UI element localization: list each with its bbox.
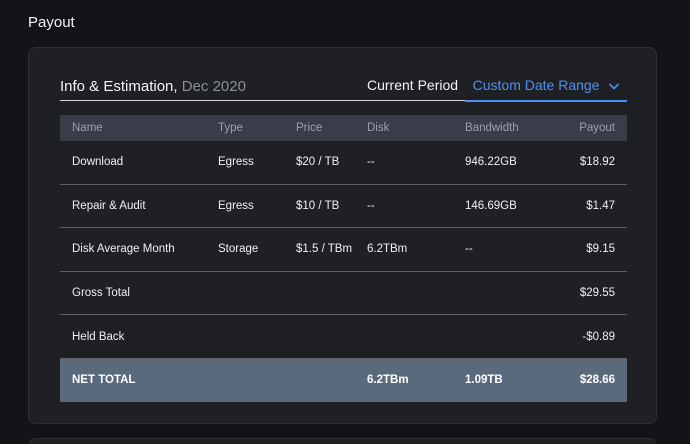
- row-type: Egress: [218, 156, 254, 169]
- row-bandwidth: --: [465, 243, 473, 256]
- row-name: Disk Average Month: [72, 243, 175, 256]
- payout-card: Info & Estimation, Dec 2020 Current Peri…: [28, 47, 657, 424]
- net-total-label: NET TOTAL: [72, 374, 136, 387]
- net-total-row: NET TOTAL 6.2TBm 1.09TB $28.66: [60, 358, 627, 402]
- column-header-name: Name: [72, 122, 103, 134]
- header-title-label: Info & Estimation,: [60, 78, 178, 95]
- row-payout: $18.92: [579, 156, 615, 169]
- net-total-disk: 6.2TBm: [367, 374, 409, 387]
- row-type: Storage: [218, 243, 259, 256]
- table-row: Download Egress $20 / TB -- 946.22GB $18…: [60, 141, 627, 185]
- row-type: Egress: [218, 199, 254, 212]
- row-payout: $9.15: [586, 243, 615, 256]
- active-tab-indicator: [465, 100, 627, 102]
- payout-table: Name Type Price Disk Bandwidth Payout Do…: [60, 115, 627, 402]
- column-header-payout: Payout: [579, 122, 615, 134]
- row-bandwidth: 946.22GB: [465, 156, 517, 169]
- row-price: $20 / TB: [296, 156, 340, 169]
- header-title: Info & Estimation, Dec 2020: [60, 78, 246, 95]
- row-disk: --: [367, 199, 375, 212]
- table-row: Gross Total $29.55: [60, 272, 627, 316]
- row-payout: -$0.89: [582, 330, 615, 343]
- row-price: $10 / TB: [296, 199, 340, 212]
- row-name: Download: [72, 156, 124, 169]
- row-name: Gross Total: [72, 287, 130, 300]
- row-disk: 6.2TBm: [367, 243, 408, 256]
- table-row: Held Back -$0.89: [60, 315, 627, 359]
- tab-custom-date-range[interactable]: Custom Date Range: [465, 77, 627, 101]
- tab-current-period[interactable]: Current Period: [367, 77, 458, 101]
- row-name: Held Back: [72, 330, 125, 343]
- row-payout: $29.55: [579, 287, 615, 300]
- card-header: Info & Estimation, Dec 2020 Current Peri…: [60, 72, 627, 102]
- chevron-down-icon: [609, 77, 620, 93]
- net-total-bandwidth: 1.09TB: [465, 374, 503, 387]
- column-header-price: Price: [296, 122, 323, 134]
- tab-custom-label: Custom Date Range: [472, 77, 600, 93]
- table-header: Name Type Price Disk Bandwidth Payout: [60, 115, 627, 141]
- table-row: Repair & Audit Egress $10 / TB -- 146.69…: [60, 185, 627, 229]
- page-title: Payout: [28, 14, 75, 31]
- column-header-type: Type: [218, 122, 243, 134]
- table-row: Disk Average Month Storage $1.5 / TBm 6.…: [60, 228, 627, 272]
- row-bandwidth: 146.69GB: [465, 199, 517, 212]
- row-price: $1.5 / TBm: [296, 243, 353, 256]
- net-total-payout: $28.66: [579, 374, 615, 387]
- next-card: [28, 438, 657, 444]
- row-disk: --: [367, 156, 375, 169]
- header-period: Dec 2020: [181, 78, 246, 95]
- column-header-bandwidth: Bandwidth: [465, 122, 519, 134]
- row-payout: $1.47: [586, 199, 615, 212]
- column-header-disk: Disk: [367, 122, 390, 134]
- row-name: Repair & Audit: [72, 199, 146, 212]
